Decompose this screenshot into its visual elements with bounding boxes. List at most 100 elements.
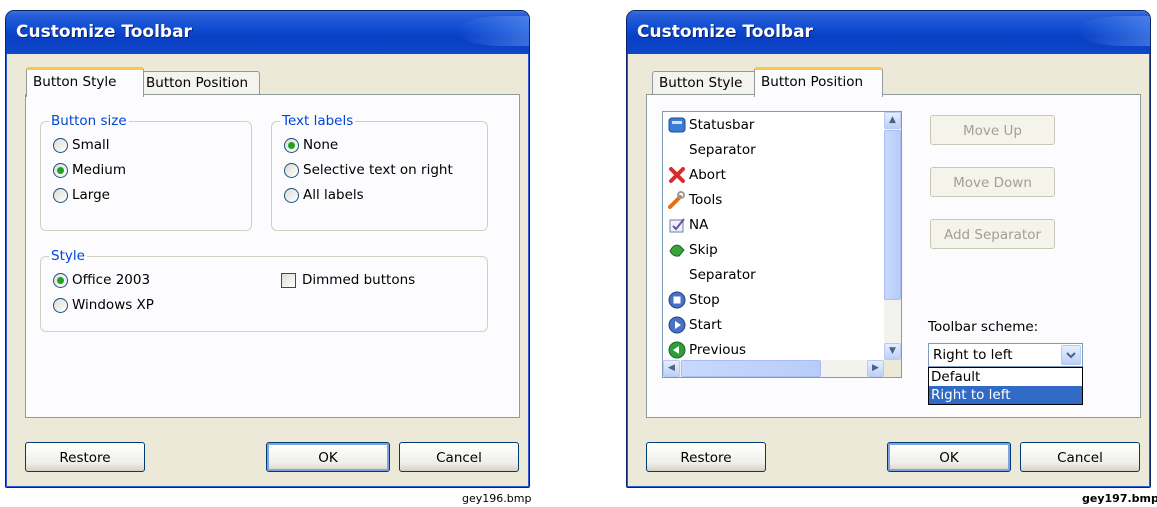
- title-bar-decoration: [1078, 16, 1150, 46]
- radio-circle[interactable]: [53, 297, 68, 313]
- checkbox-box[interactable]: [281, 272, 296, 288]
- dropdown-option[interactable]: Default: [929, 368, 1082, 386]
- list-item[interactable]: Abort: [667, 162, 726, 187]
- list-item-label: Start: [689, 316, 722, 333]
- button-size-legend: Button size: [49, 112, 129, 130]
- move-down-button[interactable]: Move Down: [930, 167, 1055, 197]
- tools-icon: [667, 190, 687, 210]
- restore-button[interactable]: Restore: [646, 442, 766, 472]
- image-caption: gey197.bmp: [1082, 492, 1157, 505]
- scroll-right-icon[interactable]: ▶: [867, 360, 884, 377]
- title-bar-decoration: [457, 16, 529, 46]
- radio-circle[interactable]: [53, 137, 68, 153]
- radio-label: Large: [72, 187, 110, 203]
- radio-label: Small: [72, 137, 110, 153]
- separator-spacer: [667, 265, 687, 285]
- list-item-label: Tools: [689, 191, 723, 208]
- dimmed-buttons-checkbox[interactable]: Dimmed buttons: [281, 272, 415, 288]
- previous-icon: [667, 340, 687, 360]
- tab-button-position[interactable]: Button Position: [139, 71, 260, 94]
- list-item-label: Abort: [689, 166, 726, 183]
- scroll-corner: [884, 360, 901, 377]
- list-item-label: Separator: [689, 141, 756, 158]
- toolbar-scheme-dropdown[interactable]: Default Right to left: [928, 367, 1083, 405]
- toolbar-items-listbox[interactable]: Statusbar Separator Abort Tools NA Skip: [662, 111, 902, 378]
- list-item-label: Statusbar: [689, 116, 755, 133]
- radio-large[interactable]: Large: [53, 187, 110, 203]
- list-item[interactable]: Skip: [667, 237, 718, 262]
- text-labels-group: Text labels None Selective text on right…: [271, 112, 488, 231]
- separator-spacer: [667, 140, 687, 160]
- statusbar-icon: [667, 115, 687, 135]
- scroll-up-icon[interactable]: ▲: [884, 112, 901, 129]
- tab-button-position[interactable]: Button Position: [754, 67, 883, 97]
- scroll-down-icon[interactable]: ▼: [884, 343, 901, 360]
- title-bar[interactable]: Customize Toolbar: [627, 11, 1150, 54]
- radio-label: Windows XP: [72, 297, 154, 313]
- list-item[interactable]: Separator: [667, 137, 756, 162]
- scroll-left-icon[interactable]: ◀: [663, 360, 680, 377]
- checkbox-label: Dimmed buttons: [302, 272, 416, 288]
- restore-button[interactable]: Restore: [25, 442, 145, 472]
- customize-toolbar-dialog-button-position: Customize Toolbar Button Style Button Po…: [626, 10, 1151, 488]
- list-item[interactable]: Statusbar: [667, 112, 754, 137]
- scroll-thumb[interactable]: [681, 360, 821, 377]
- ok-button[interactable]: OK: [266, 442, 390, 472]
- chevron-down-icon[interactable]: [1061, 345, 1081, 365]
- text-labels-legend: Text labels: [280, 112, 356, 130]
- radio-medium[interactable]: Medium: [53, 162, 126, 178]
- image-caption: gey196.bmp: [462, 492, 532, 505]
- style-legend: Style: [49, 247, 87, 265]
- tab-button-style[interactable]: Button Style: [652, 71, 758, 94]
- radio-circle[interactable]: [53, 187, 68, 203]
- list-item[interactable]: Tools: [667, 187, 722, 212]
- start-icon: [667, 315, 687, 335]
- stop-icon: [667, 290, 687, 310]
- horizontal-scrollbar[interactable]: ◀ ▶: [663, 360, 884, 377]
- radio-all-labels[interactable]: All labels: [284, 187, 364, 203]
- vertical-scrollbar[interactable]: ▲ ▼: [884, 112, 901, 360]
- title-bar[interactable]: Customize Toolbar: [6, 11, 529, 54]
- tab-panel: Statusbar Separator Abort Tools NA Skip: [646, 94, 1141, 418]
- toolbar-scheme-select[interactable]: Right to left: [928, 343, 1083, 367]
- list-item[interactable]: Previous: [667, 337, 746, 362]
- radio-office-2003[interactable]: Office 2003: [53, 272, 150, 288]
- list-item[interactable]: Start: [667, 312, 722, 337]
- radio-label: Medium: [72, 162, 126, 178]
- radio-circle[interactable]: [284, 187, 299, 203]
- dialog-title: Customize Toolbar: [16, 22, 192, 42]
- list-item-label: NA: [689, 216, 709, 233]
- tab-panel: Button size Small Medium Large Text labe…: [25, 94, 520, 418]
- list-item-label: Previous: [689, 341, 747, 358]
- list-item-label: Stop: [689, 291, 720, 308]
- radio-small[interactable]: Small: [53, 137, 110, 153]
- move-up-button[interactable]: Move Up: [930, 115, 1055, 145]
- list-item[interactable]: Separator: [667, 262, 756, 287]
- cancel-button[interactable]: Cancel: [1020, 442, 1140, 472]
- list-item[interactable]: NA: [667, 212, 708, 237]
- list-item-label: Skip: [689, 241, 718, 258]
- radio-label: All labels: [303, 187, 364, 203]
- dropdown-option-selected[interactable]: Right to left: [929, 386, 1082, 404]
- radio-circle[interactable]: [53, 162, 68, 178]
- radio-label: Office 2003: [72, 272, 151, 288]
- ok-button[interactable]: OK: [887, 442, 1011, 472]
- dialog-title: Customize Toolbar: [637, 22, 813, 42]
- tab-button-style[interactable]: Button Style: [26, 67, 144, 97]
- list-item[interactable]: Stop: [667, 287, 720, 312]
- add-separator-button[interactable]: Add Separator: [930, 219, 1055, 249]
- button-size-group: Button size Small Medium Large: [40, 112, 252, 231]
- radio-circle[interactable]: [284, 137, 299, 153]
- scroll-thumb[interactable]: [884, 130, 901, 300]
- radio-none[interactable]: None: [284, 137, 338, 153]
- toolbar-scheme-value: Right to left: [933, 347, 1013, 363]
- skip-icon: [667, 240, 687, 260]
- radio-selective-text[interactable]: Selective text on right: [284, 162, 453, 178]
- list-item-label: Separator: [689, 266, 756, 283]
- radio-circle[interactable]: [53, 272, 68, 288]
- radio-circle[interactable]: [284, 162, 299, 178]
- radio-windows-xp[interactable]: Windows XP: [53, 297, 154, 313]
- na-icon: [667, 215, 687, 235]
- cancel-button[interactable]: Cancel: [399, 442, 519, 472]
- style-group: Style Office 2003 Windows XP Dimmed butt…: [40, 247, 488, 332]
